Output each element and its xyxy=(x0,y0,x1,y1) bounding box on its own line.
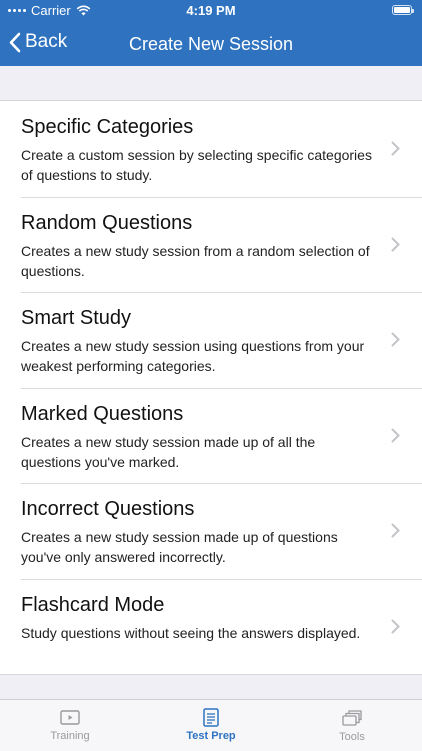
option-marked-questions[interactable]: Marked Questions Creates a new study ses… xyxy=(0,387,422,484)
tab-training[interactable]: Training xyxy=(0,700,140,751)
status-bar: Carrier 4:19 PM xyxy=(0,0,422,22)
status-time: 4:19 PM xyxy=(186,3,236,18)
option-description: Creates a new study session made up of a… xyxy=(21,433,316,470)
option-title: Marked Questions xyxy=(21,402,184,425)
nav-bar: Back Create New Session xyxy=(0,22,422,66)
option-description: Study questions without seeing the answe… xyxy=(21,624,361,641)
chevron-right-icon xyxy=(391,428,400,442)
stack-icon xyxy=(342,710,362,726)
option-random-questions[interactable]: Random Questions Creates a new study ses… xyxy=(0,196,422,293)
option-title: Incorrect Questions xyxy=(21,498,195,520)
option-title: Specific Categories xyxy=(21,116,194,138)
chevron-right-icon xyxy=(391,141,400,156)
chevron-right-icon xyxy=(391,237,400,251)
option-flashcard-mode[interactable]: Flashcard Mode Study questions without s… xyxy=(0,578,422,675)
option-specific-categories[interactable]: Specific Categories Create a custom sess… xyxy=(0,101,422,197)
option-title: Flashcard Mode xyxy=(21,593,165,616)
option-description: Creates a new study session made up of q… xyxy=(21,529,338,565)
option-incorrect-questions[interactable]: Incorrect Questions Creates a new study … xyxy=(0,483,422,579)
battery-icon xyxy=(392,5,414,15)
chevron-right-icon xyxy=(391,523,400,538)
chevron-right-icon xyxy=(391,619,400,633)
option-description: Creates a new study session from a rando… xyxy=(21,242,370,279)
tab-test-prep[interactable]: Test Prep xyxy=(141,700,281,751)
header: Carrier 4:19 PM Back Create New Session xyxy=(0,0,422,66)
option-description: Creates a new study session using questi… xyxy=(21,338,365,374)
option-title: Random Questions xyxy=(21,211,193,234)
chevron-right-icon xyxy=(391,332,400,347)
tab-label: Test Prep xyxy=(186,730,236,742)
option-description: Create a custom session by selecting spe… xyxy=(21,147,372,183)
option-smart-study[interactable]: Smart Study Creates a new study session … xyxy=(0,292,422,388)
video-icon xyxy=(60,710,80,725)
session-options-list: Specific Categories Create a custom sess… xyxy=(0,100,422,675)
tab-label: Tools xyxy=(339,731,365,743)
document-icon xyxy=(203,708,219,727)
tab-tools[interactable]: Tools xyxy=(282,700,422,751)
page-title: Create New Session xyxy=(128,34,294,54)
tab-bar: Training Test Prep Tools xyxy=(0,699,422,751)
tab-label: Training xyxy=(50,730,90,742)
option-title: Smart Study xyxy=(21,307,132,329)
